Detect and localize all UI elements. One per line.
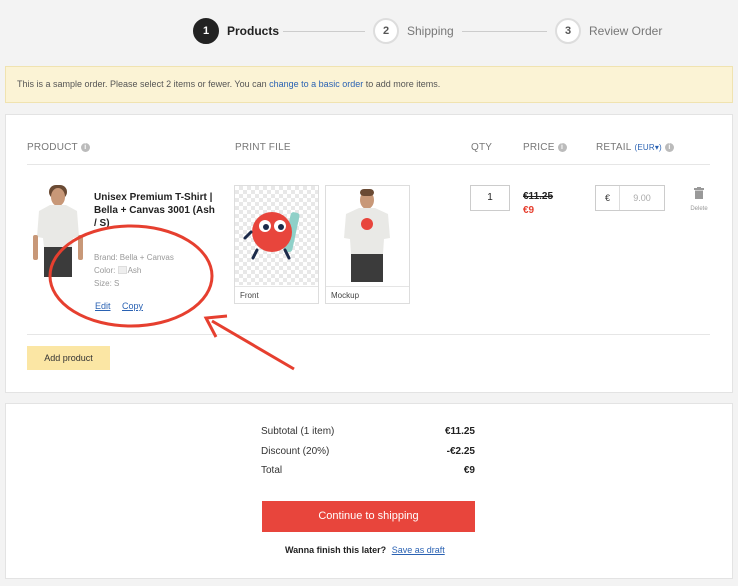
product-tshirt-image — [33, 185, 83, 277]
mascot-design-graphic — [243, 212, 300, 260]
column-header-label: PRODUCT — [27, 142, 78, 153]
step-number: 1 — [193, 18, 219, 44]
color-swatch — [117, 266, 127, 274]
currency-selector[interactable]: (EUR▾) — [634, 143, 661, 152]
column-header-label: PRICE — [523, 142, 555, 153]
copy-link[interactable]: Copy — [122, 301, 143, 311]
column-header-product: PRODUCT i — [27, 142, 90, 153]
total-row: Total €9 — [261, 465, 475, 476]
save-as-draft-link[interactable]: Save as draft — [392, 545, 445, 555]
total-value: €9 — [463, 465, 475, 476]
original-price: €11.25 — [523, 191, 554, 202]
column-header-label: QTY — [471, 142, 493, 153]
column-header-label: RETAIL — [596, 142, 632, 153]
row-divider — [27, 334, 710, 335]
step-review-order[interactable]: 3 Review Order — [555, 18, 662, 44]
info-icon[interactable]: i — [80, 143, 90, 152]
quantity-input[interactable]: 1 — [470, 185, 510, 211]
finish-later-label: Wanna finish this later? — [285, 545, 387, 555]
discount-value: -€2.25 — [446, 446, 475, 457]
stepper-connector — [283, 31, 365, 32]
currency-selector-label: (EUR — [634, 143, 655, 152]
continue-to-shipping-button[interactable]: Continue to shipping — [262, 501, 475, 532]
step-label: Products — [227, 24, 280, 38]
retail-price-field[interactable]: € 9.00 — [595, 185, 665, 211]
delete-button[interactable]: Delete — [688, 186, 710, 212]
print-file-caption: Front — [235, 286, 318, 304]
print-file-front[interactable]: Front — [234, 185, 319, 304]
step-label: Shipping — [407, 24, 454, 38]
stepper-connector — [462, 31, 547, 32]
finish-later-text: Wanna finish this later? Save as draft — [285, 545, 445, 555]
checkout-stepper: 1 Products 2 Shipping 3 Review Order — [0, 18, 738, 46]
mockup-tshirt-graphic — [344, 189, 390, 282]
product-name: Unisex Premium T-Shirt | Bella + Canvas … — [94, 192, 215, 229]
mockup-thumbnail — [326, 186, 409, 285]
color-value: Ash — [127, 266, 142, 275]
sample-order-banner: This is a sample order. Please select 2 … — [5, 66, 733, 103]
subtotal-value: €11.25 — [444, 426, 475, 437]
step-number: 2 — [373, 18, 399, 44]
currency-selector-close: ) — [659, 143, 662, 152]
delete-label: Delete — [690, 206, 708, 212]
discounted-price: €9 — [523, 205, 535, 216]
edit-link[interactable]: Edit — [95, 301, 111, 311]
product-color: Color: Ash — [94, 266, 141, 275]
front-design-thumbnail — [235, 186, 318, 285]
product-brand: Brand: Bella + Canvas — [94, 253, 174, 262]
step-label: Review Order — [589, 24, 663, 38]
product-size: Size: S — [94, 279, 120, 288]
retail-currency: € — [596, 186, 620, 210]
subtotal-row: Subtotal (1 item) €11.25 — [261, 426, 475, 437]
subtotal-label: Subtotal (1 item) — [261, 426, 335, 437]
step-shipping[interactable]: 2 Shipping — [373, 18, 454, 44]
column-header-price: PRICE i — [523, 142, 567, 153]
discount-label: Discount (20%) — [261, 446, 330, 457]
column-header-label: PRINT FILE — [235, 142, 291, 153]
trash-icon — [694, 187, 704, 199]
change-to-basic-order-link[interactable]: change to a basic order — [269, 79, 363, 89]
header-divider — [27, 164, 710, 165]
add-product-button[interactable]: Add product — [27, 346, 110, 370]
info-icon[interactable]: i — [664, 143, 674, 152]
column-header-retail: RETAIL (EUR▾) i — [596, 142, 674, 153]
info-icon[interactable]: i — [557, 143, 567, 152]
banner-text-end: to add more items. — [363, 79, 441, 89]
step-number: 3 — [555, 18, 581, 44]
print-file-mockup[interactable]: Mockup — [325, 185, 410, 304]
retail-price-input[interactable]: 9.00 — [620, 186, 664, 210]
column-header-print-file: PRINT FILE — [235, 142, 291, 153]
step-products[interactable]: 1 Products — [193, 18, 279, 44]
total-label: Total — [261, 465, 283, 476]
print-file-caption: Mockup — [326, 286, 409, 304]
color-label: Color: — [94, 266, 116, 275]
discount-row: Discount (20%) -€2.25 — [261, 446, 475, 457]
banner-text: This is a sample order. Please select 2 … — [17, 79, 270, 89]
column-header-qty: QTY — [471, 142, 492, 153]
